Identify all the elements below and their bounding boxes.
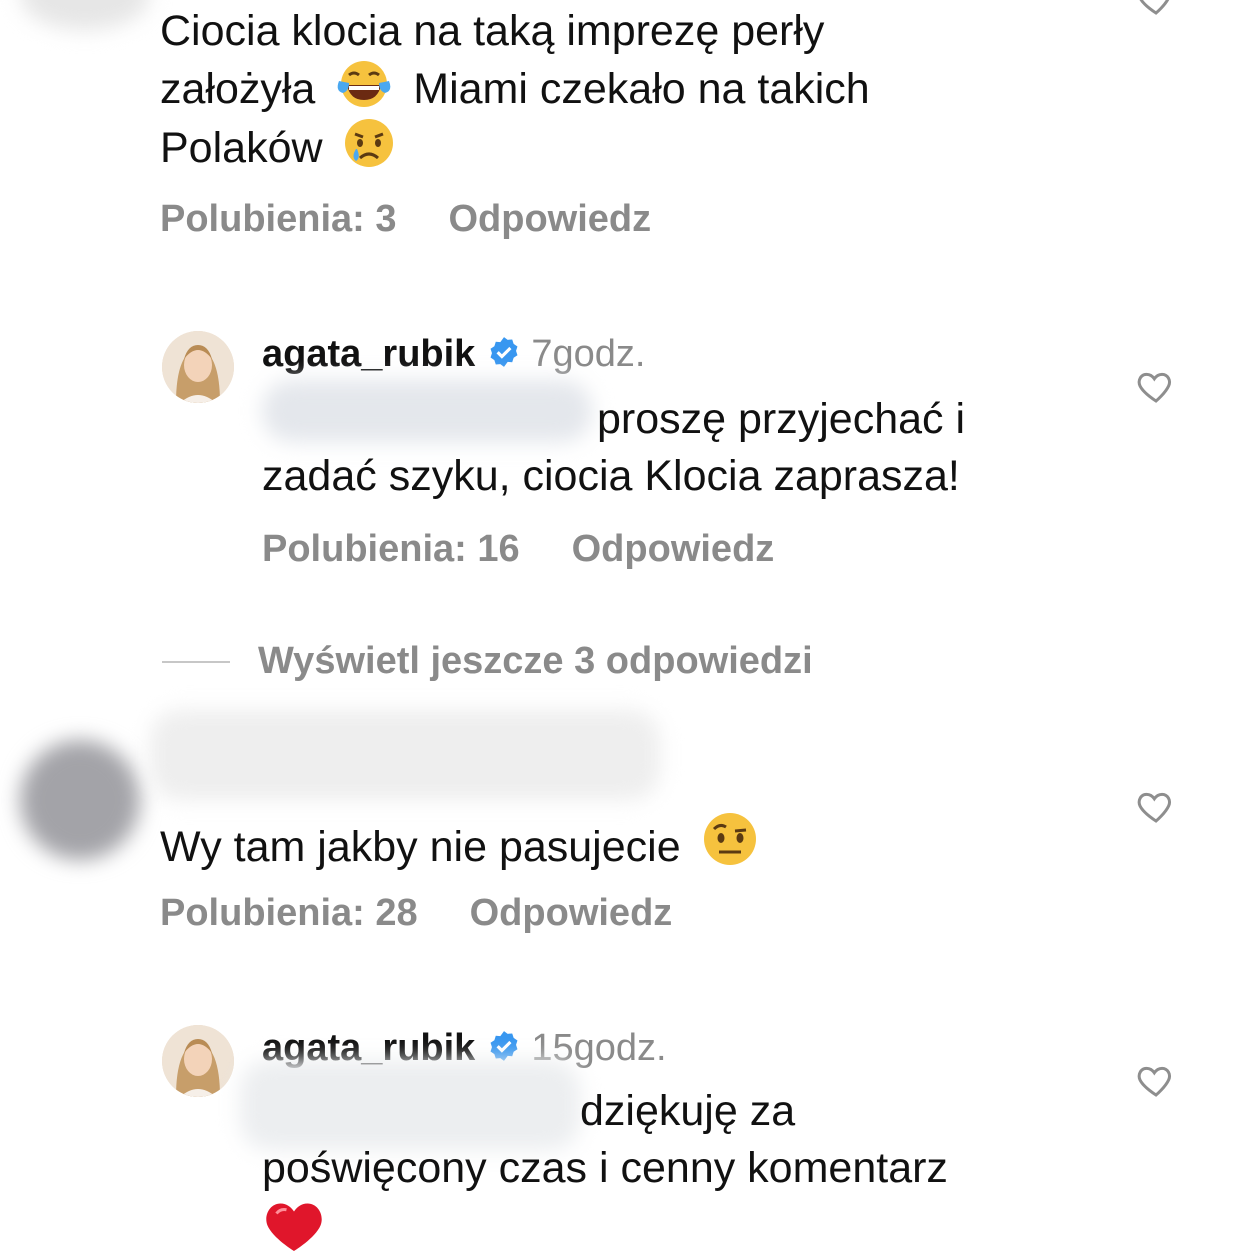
verified-badge-icon: [487, 335, 521, 374]
comment-text-line: założyła Miami czekało na takich: [160, 59, 870, 124]
blurred-mention: [262, 380, 592, 442]
reply-button[interactable]: Odpowiedz: [448, 198, 651, 240]
comment-text-line: Wy tam jakby nie pasujecie: [160, 810, 759, 883]
like-heart-icon[interactable]: [1136, 786, 1176, 831]
view-more-replies[interactable]: Wyświetl jeszcze 3 odpowiedzi: [162, 640, 813, 683]
comment-text-line: Polaków: [160, 116, 396, 185]
reply-meta: Polubienia: 16 Odpowiedz: [262, 528, 774, 571]
likes-count[interactable]: Polubienia: 16: [262, 528, 520, 570]
avatar[interactable]: [162, 1025, 234, 1097]
comment-text-line: Ciocia klocia na taką imprezę perły: [160, 7, 825, 55]
like-heart-icon[interactable]: [1136, 0, 1176, 23]
likes-count[interactable]: Polubienia: 3: [160, 198, 396, 240]
reply-header: agata_rubik 7godz.: [262, 331, 645, 377]
red-heart-icon: [264, 1198, 324, 1259]
username[interactable]: agata_rubik: [262, 333, 475, 376]
face-with-tears-of-joy-icon: [335, 59, 393, 124]
reply-text-line: poświęcony czas i cenny komentarz: [262, 1144, 948, 1192]
reply-text-line: zadać szyku, ciocia Klocia zaprasza!: [262, 452, 960, 500]
like-heart-icon[interactable]: [1136, 366, 1176, 411]
blurred-username: [150, 710, 660, 800]
comment-meta: Polubienia: 3 Odpowiedz: [160, 198, 651, 241]
blurred-mention: [240, 1060, 580, 1150]
reply-button[interactable]: Odpowiedz: [470, 892, 673, 934]
avatar[interactable]: [162, 331, 234, 403]
reply-text-line: dziękuję za: [580, 1087, 796, 1135]
view-more-replies-label[interactable]: Wyświetl jeszcze 3 odpowiedzi: [258, 640, 813, 683]
timestamp: 7godz.: [531, 332, 646, 375]
blurred-avatar: [20, 740, 140, 860]
face-with-raised-eyebrow-icon: [701, 810, 759, 883]
blurred-avatar: [20, 0, 150, 30]
divider-line: [162, 660, 230, 663]
reply-button[interactable]: Odpowiedz: [572, 528, 775, 570]
reply-text-line: proszę przyjechać i: [597, 395, 966, 443]
comment-meta: Polubienia: 28 Odpowiedz: [160, 892, 672, 935]
crying-face-icon: [342, 116, 396, 185]
likes-count[interactable]: Polubienia: 28: [160, 892, 418, 934]
like-heart-icon[interactable]: [1136, 1060, 1176, 1105]
